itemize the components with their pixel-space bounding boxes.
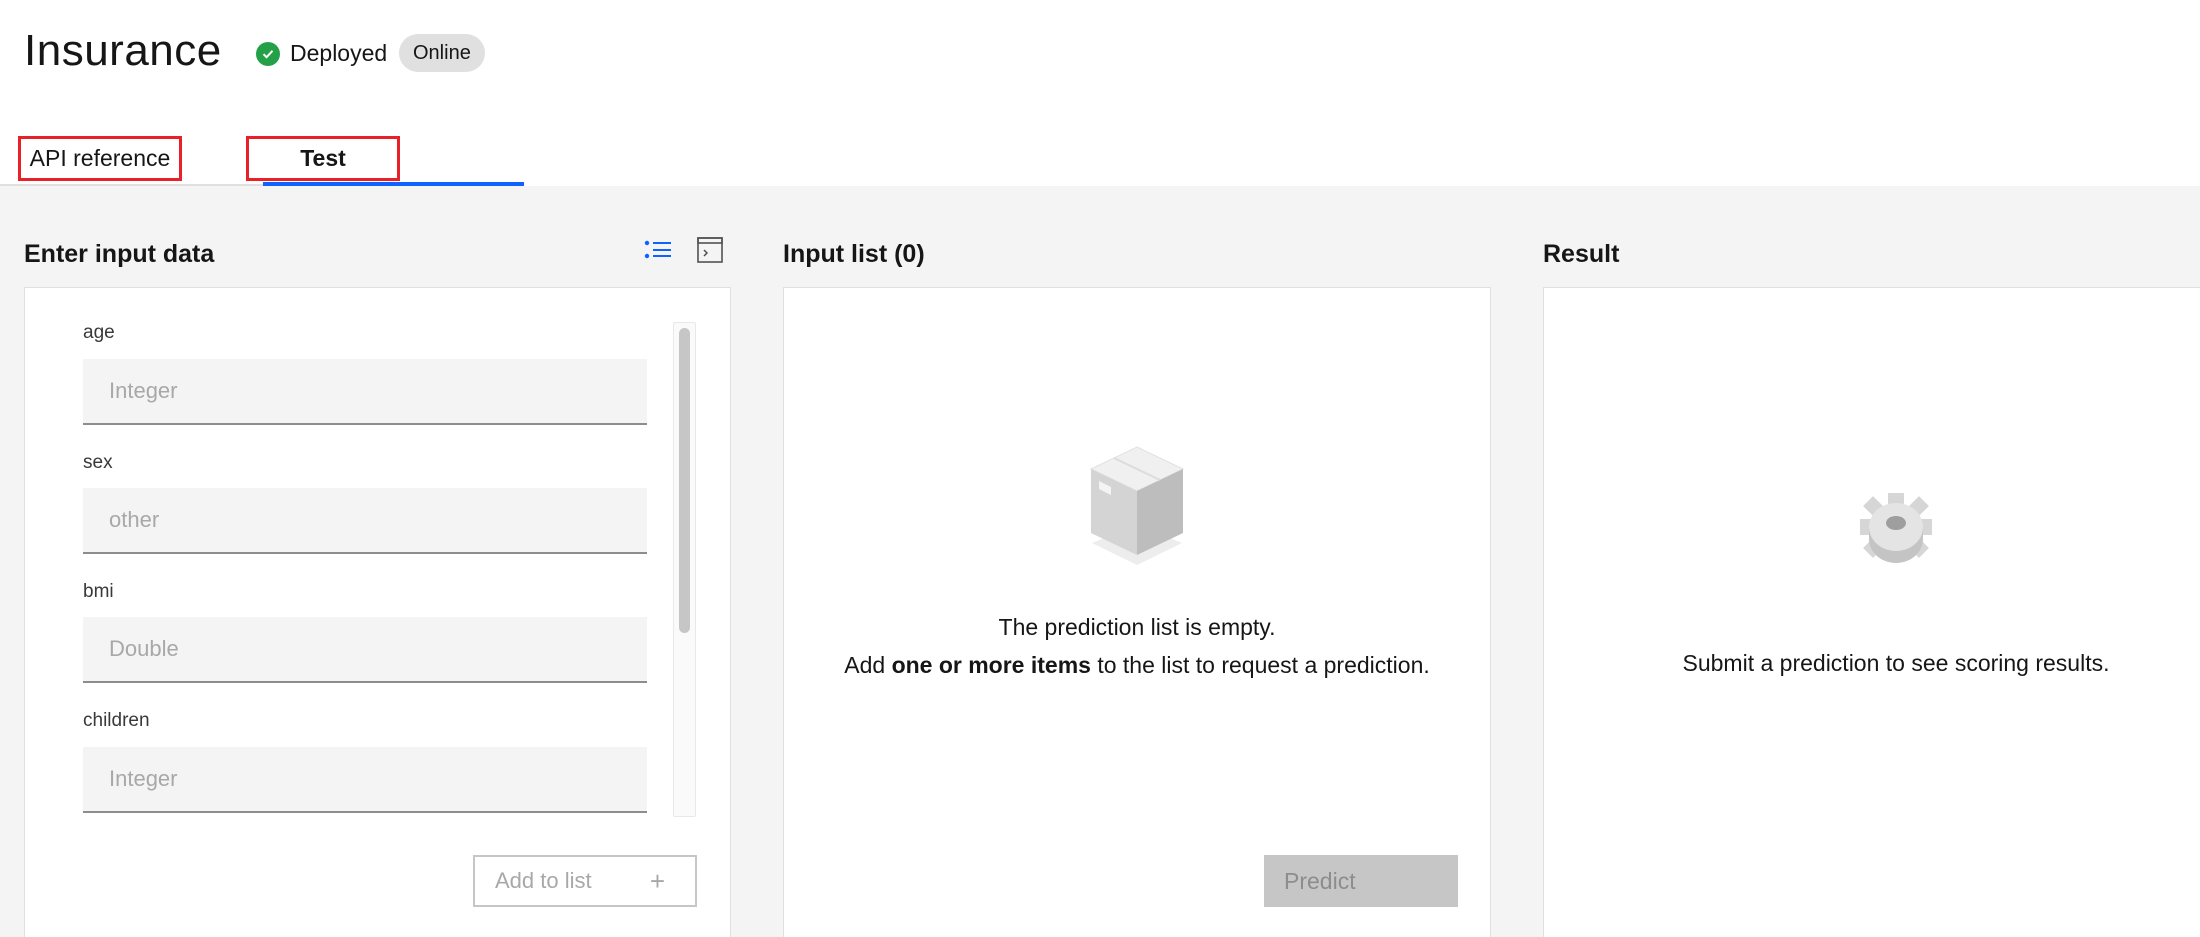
scrollbar-thumb[interactable] bbox=[679, 328, 690, 633]
bmi-input[interactable]: Double bbox=[83, 617, 647, 683]
hint-suffix: to the list to request a prediction. bbox=[1090, 652, 1430, 678]
online-badge: Online bbox=[399, 34, 485, 72]
field-label-bmi: bmi bbox=[83, 581, 114, 602]
age-input[interactable]: Integer bbox=[83, 359, 647, 425]
tab-api-reference[interactable]: API reference bbox=[18, 136, 182, 181]
children-input[interactable]: Integer bbox=[83, 747, 647, 813]
tab-label: API reference bbox=[29, 145, 171, 171]
page-title: Insurance bbox=[24, 26, 222, 75]
checkmark-icon bbox=[256, 41, 280, 66]
input-panel-title: Enter input data bbox=[24, 240, 215, 268]
field-label-children: children bbox=[83, 710, 150, 731]
input-list-title: Input list (0) bbox=[783, 240, 925, 268]
box-icon bbox=[1087, 445, 1187, 571]
plus-icon: + bbox=[649, 866, 665, 896]
page-header: Insurance Deployed Online API reference … bbox=[0, 0, 2200, 186]
sex-input[interactable]: other bbox=[83, 488, 647, 554]
field-label-age: age bbox=[83, 322, 115, 343]
deployment-status: Deployed bbox=[256, 40, 387, 67]
result-panel bbox=[1543, 287, 2200, 937]
tab-test[interactable]: Test bbox=[246, 136, 400, 181]
view-switcher bbox=[644, 236, 724, 264]
gear-icon bbox=[1858, 491, 1934, 563]
predict-button[interactable]: Predict bbox=[1264, 855, 1458, 907]
add-button-label: Add to list bbox=[495, 868, 592, 893]
empty-list-message: The prediction list is empty. bbox=[998, 614, 1276, 640]
tab-label: Test bbox=[300, 145, 346, 171]
form-scrollbar[interactable] bbox=[673, 322, 696, 817]
hint-prefix: Add bbox=[844, 652, 892, 678]
hint-emphasis: one or more items bbox=[891, 652, 1091, 678]
result-message: Submit a prediction to see scoring resul… bbox=[1682, 650, 2110, 676]
add-to-list-button[interactable]: Add to list + bbox=[473, 855, 697, 907]
list-view-icon[interactable] bbox=[644, 236, 672, 264]
status-label: Deployed bbox=[290, 40, 388, 66]
terminal-view-icon[interactable] bbox=[696, 236, 724, 264]
tab-bar: API reference Test bbox=[0, 130, 2200, 186]
empty-list-hint: Add one or more items to the list to req… bbox=[783, 647, 1491, 683]
result-title: Result bbox=[1543, 240, 1620, 268]
field-label-sex: sex bbox=[83, 452, 113, 473]
